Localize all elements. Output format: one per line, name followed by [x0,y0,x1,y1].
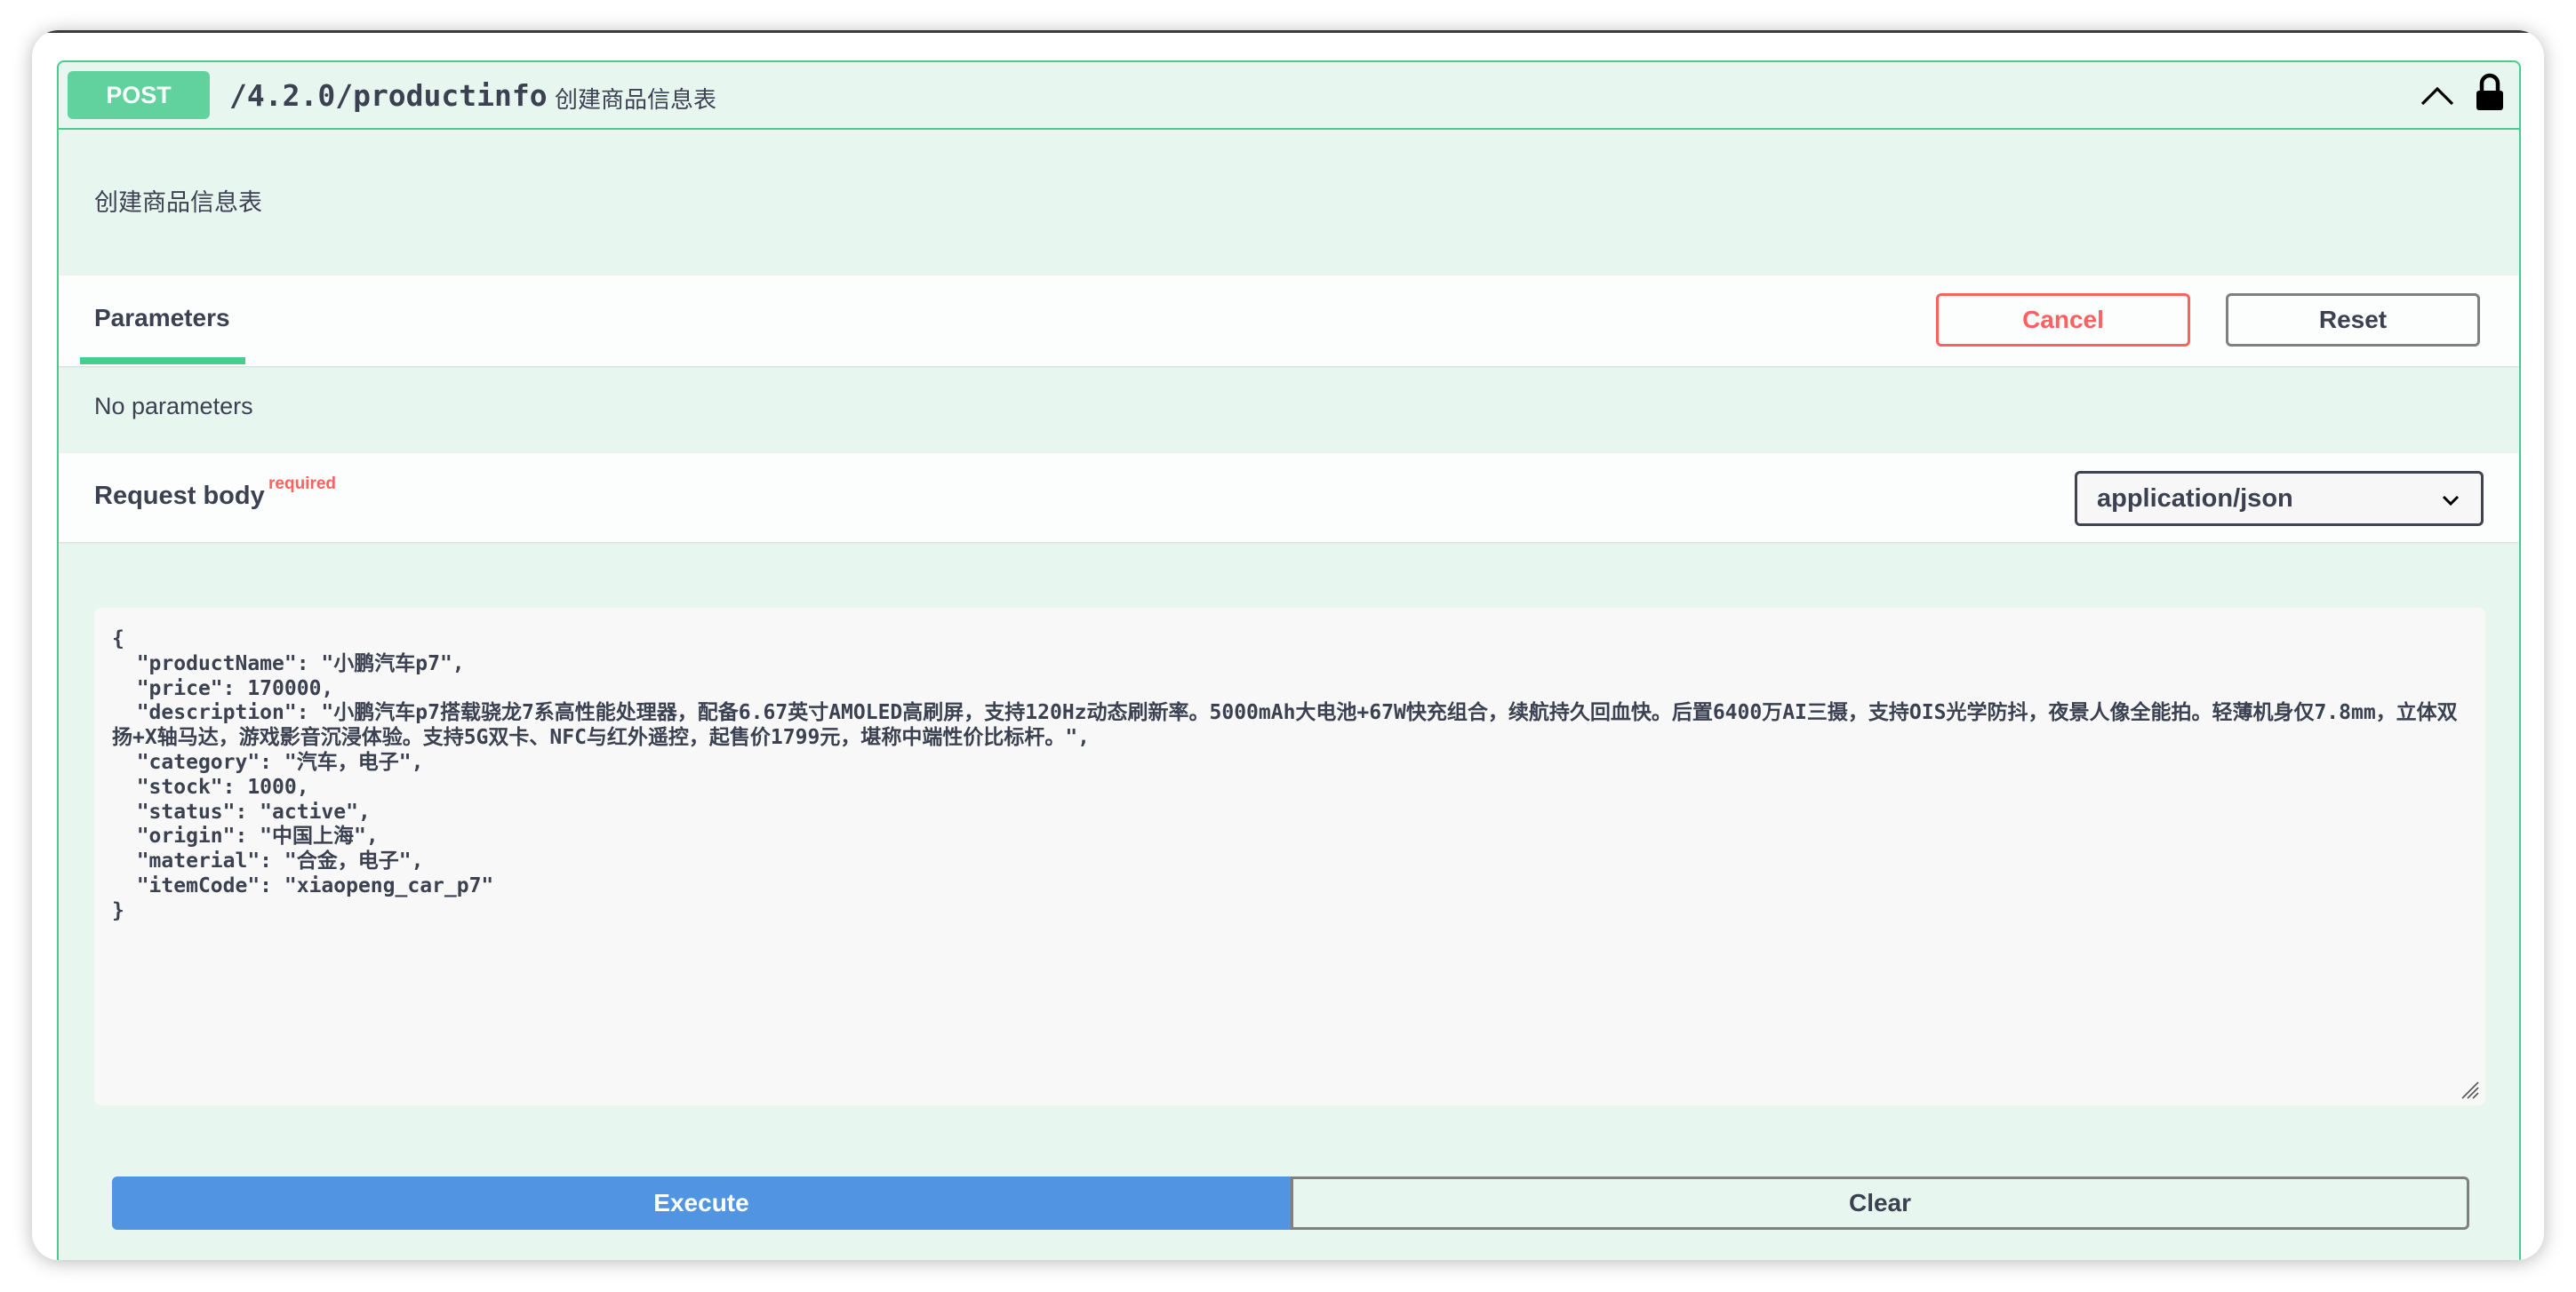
execute-button[interactable]: Execute [112,1176,1291,1230]
endpoint-path[interactable]: /4.2.0/productinfo [229,78,548,113]
request-body-label: Request body [94,482,265,510]
lock-icon[interactable] [2475,73,2505,112]
cancel-button[interactable]: Cancel [1936,293,2190,347]
request-body-editor[interactable]: { "productName": "小鹏汽车p7", "price": 1700… [94,608,2485,1105]
operation-description: 创建商品信息表 [94,189,262,217]
chevron-up-icon[interactable] [2420,82,2455,108]
opblock-summary[interactable]: POST /4.2.0/productinfo 创建商品信息表 [59,62,2519,130]
opblock-post: POST /4.2.0/productinfo 创建商品信息表 创建商品信息表 … [57,60,2521,1260]
required-flag: required [268,475,337,493]
method-badge: POST [68,71,210,119]
tab-parameters[interactable]: Parameters [94,304,230,332]
app-window: POST /4.2.0/productinfo 创建商品信息表 创建商品信息表 … [32,30,2544,1260]
window-top-edge [32,30,2544,33]
clear-button[interactable]: Clear [1291,1176,2469,1230]
endpoint-summary: 创建商品信息表 [555,87,717,114]
content-type-value: application/json [2097,483,2293,513]
execute-wrapper: Execute Clear [112,1176,2469,1230]
reset-button[interactable]: Reset [2226,293,2480,347]
parameters-header: Parameters Cancel Reset [59,275,2519,366]
resize-handle-icon[interactable] [2459,1079,2480,1100]
no-parameters-text: No parameters [94,393,253,419]
tab-active-indicator [80,357,245,364]
chevron-down-icon [2442,495,2460,506]
content-type-select[interactable]: application/json [2075,471,2484,526]
request-body-header: Request body required application/json [59,453,2519,542]
